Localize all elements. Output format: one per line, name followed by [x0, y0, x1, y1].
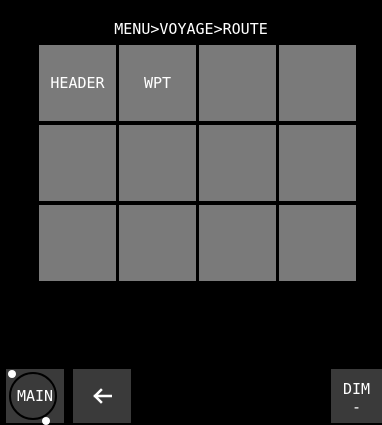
tile-empty[interactable] — [119, 125, 196, 201]
main-dot-bottom-icon — [42, 417, 50, 425]
tile-empty[interactable] — [119, 205, 196, 281]
dim-button-label: DIM — [342, 380, 371, 398]
tile-empty[interactable] — [279, 205, 356, 281]
breadcrumb: MENU>VOYAGE>ROUTE — [114, 20, 268, 38]
tile-empty[interactable] — [39, 125, 116, 201]
main-button-label: MAIN — [16, 387, 54, 405]
back-button[interactable] — [73, 369, 131, 423]
tile-wpt[interactable]: WPT — [119, 45, 196, 121]
tile-empty[interactable] — [199, 125, 276, 201]
main-dot-top-icon — [8, 370, 16, 378]
tile-empty[interactable] — [199, 45, 276, 121]
main-button[interactable]: MAIN — [6, 369, 64, 425]
tile-empty[interactable] — [279, 45, 356, 121]
tile-header[interactable]: HEADER — [39, 45, 116, 121]
tile-empty[interactable] — [39, 205, 116, 281]
dim-level-value: - — [351, 398, 362, 416]
tile-empty[interactable] — [199, 205, 276, 281]
arrow-left-icon — [93, 388, 112, 404]
dim-button[interactable]: DIM - — [331, 369, 382, 423]
tile-empty[interactable] — [279, 125, 356, 201]
route-menu-grid: HEADER WPT — [39, 45, 356, 281]
